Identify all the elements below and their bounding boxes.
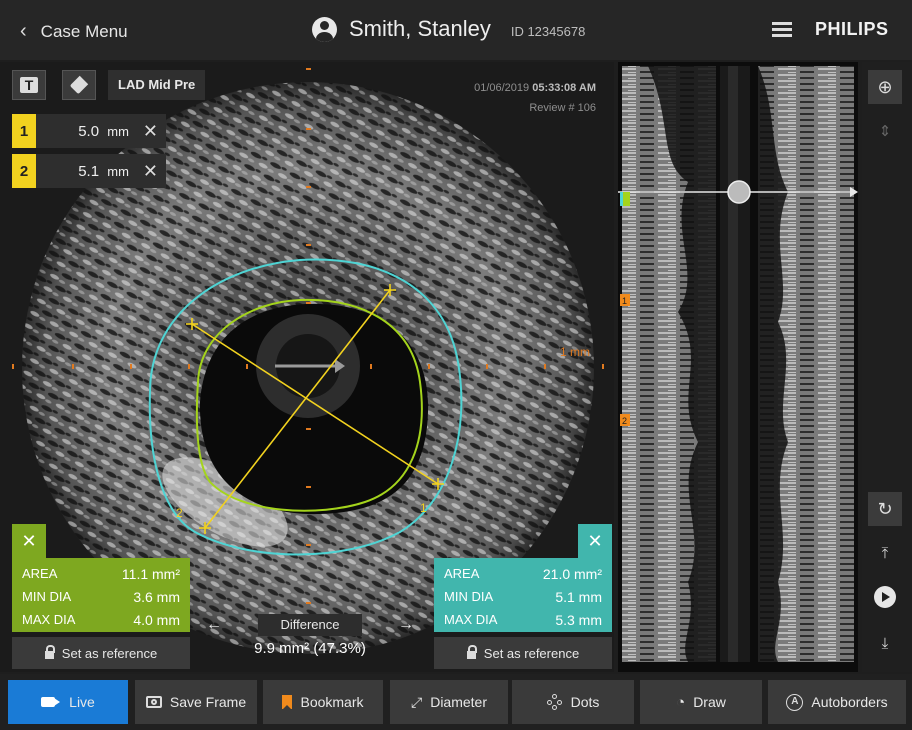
patient-info: Smith, Stanley ID 12345678 [312,16,585,42]
patient-name: Smith, Stanley [349,16,491,41]
measurement-value: 5.0 mm [78,122,129,140]
refresh-icon: ↻ [877,498,893,519]
measurement-index: 2 [12,154,36,188]
measurement-value: 5.1 mm [78,162,129,180]
frame-scrubber-handle[interactable] [727,180,751,204]
diameter-1-endpoint-label: 1 [420,501,427,515]
lumen-area-value: 11.1 mm² [121,565,180,582]
lumen-max-dia-value: 4.0 mm [133,611,180,628]
longitudinal-tools: ⊕ ⇕ ↻ ⤒ ⤓ [862,62,912,672]
vessel-max-dia-value: 5.3 mm [555,611,602,628]
bookmark-button[interactable]: Bookmark [263,680,383,724]
refresh-button[interactable]: ↻ [868,492,902,526]
dots-button[interactable]: Dots [512,680,634,724]
segment-label[interactable]: LAD Mid Pre [108,70,206,100]
autoborders-button[interactable]: A Autoborders [768,680,906,724]
hamburger-menu-icon[interactable] [772,22,792,38]
video-camera-icon [41,697,61,707]
play-icon [874,586,896,608]
measurement-row-2: 2 5.1 mm ✕ [12,154,166,188]
ivus-cross-section-panel[interactable]: 2 1 T LAD Mid Pre 1 5.0 mm ✕ 2 5.1 mm ✕ … [0,62,614,672]
patient-id: ID 12345678 [510,23,586,39]
difference-title: Difference [258,614,362,636]
vessel-area-value: 21.0 mm² [542,565,602,582]
bookmark-icon [282,695,293,710]
expand-vertical-icon[interactable]: ⇕ [868,118,902,144]
camera-icon [145,696,162,708]
cut-plane-icon: ⊕ [877,76,893,97]
bottom-toolbar: Live Save Frame Bookmark ⤢ Diameter Dots… [0,674,912,730]
vessel-min-dia-value: 5.1 mm [555,588,602,605]
text-annotation-button[interactable]: T [12,70,46,100]
bookmark-marker-2-label: 2 [622,416,627,426]
bookmark-marker-1-label: 1 [622,296,627,306]
tag-icon [69,75,89,95]
close-vessel-stats-icon[interactable]: ✕ [578,524,612,558]
difference-panel: ← Difference → 9.9 mm² (47.3%) [196,610,424,662]
tag-button[interactable] [62,70,96,100]
diameter-2-endpoint-label: 2 [176,506,183,520]
frame-timestamp: 01/06/2019 05:33:08 AM Review # 106 [474,78,596,118]
save-frame-button[interactable]: Save Frame [135,680,257,724]
arrow-right-icon: → [398,616,414,633]
remove-measurement-2-icon[interactable]: ✕ [143,161,158,182]
user-icon [312,16,337,42]
live-button[interactable]: Live [8,680,128,724]
skip-to-bottom-icon[interactable]: ⤓ [868,630,902,656]
play-button[interactable] [868,584,902,610]
longitudinal-view[interactable]: 1 2 [618,62,858,672]
draw-icon: ◔ [676,693,686,711]
lumen-min-dia-value: 3.6 mm [133,588,180,605]
close-lumen-stats-icon[interactable]: ✕ [12,524,46,558]
text-icon: T [20,77,38,93]
header-bar: ‹ Case Menu Smith, Stanley ID 12345678 P… [0,0,912,60]
dots-icon [546,694,563,710]
longitudinal-image[interactable]: 1 2 [618,62,858,672]
review-number: Review # 106 [529,102,596,114]
lock-icon [466,645,477,659]
diameter-button[interactable]: ⤢ Diameter [390,680,508,724]
case-menu-label: Case Menu [40,21,128,41]
skip-to-top-icon[interactable]: ⤒ [868,540,902,566]
case-menu-button[interactable]: ‹ Case Menu [20,20,128,43]
diameter-icon: ⤢ [411,693,423,710]
set-vessel-reference-button[interactable]: Set as reference [434,637,612,669]
remove-measurement-1-icon[interactable]: ✕ [143,121,158,142]
arrow-left-icon: ← [206,616,222,633]
draw-button[interactable]: ◔ Draw [640,680,762,724]
scale-label: 1 mm [560,345,590,359]
autoborders-icon: A [786,693,804,711]
lock-icon [44,645,55,659]
measurement-row-1: 1 5.0 mm ✕ [12,114,166,148]
brand-logo: PHILIPS [815,19,889,39]
cut-plane-button[interactable]: ⊕ [868,70,902,104]
set-lumen-reference-button[interactable]: Set as reference [12,637,190,669]
difference-value: 9.9 mm² (47.3%) [254,640,366,657]
chevron-left-icon: ‹ [20,20,27,42]
measurement-index: 1 [12,114,36,148]
